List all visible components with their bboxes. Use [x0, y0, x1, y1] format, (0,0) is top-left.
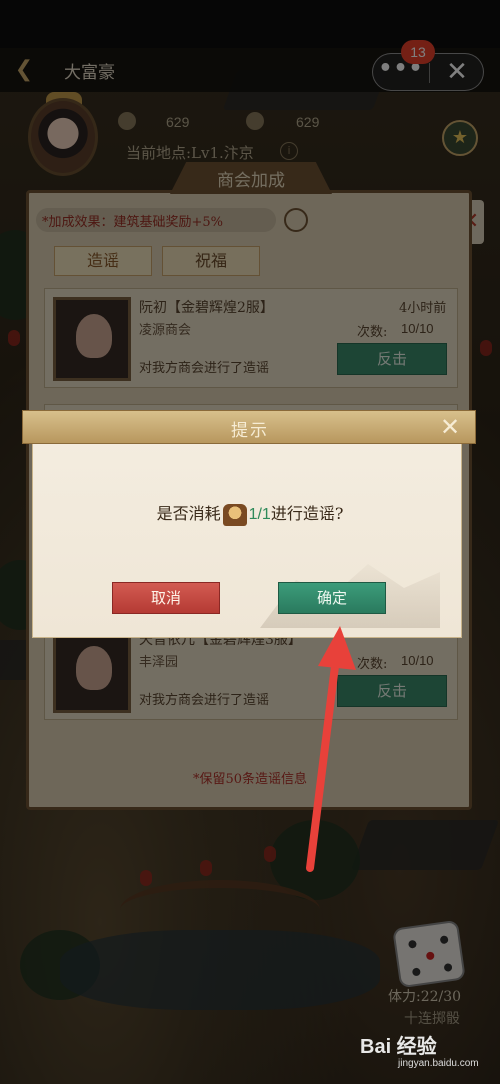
dialog-title: 提示	[231, 421, 269, 441]
cancel-button[interactable]: 取消	[112, 582, 220, 614]
watermark-url: jingyan.baidu.com	[398, 1058, 479, 1069]
confirm-question: 是否消耗 1/1进行造谣?	[0, 500, 500, 526]
rumor-item-icon	[222, 503, 247, 526]
dialog-close-icon[interactable]: ✕	[436, 413, 464, 441]
question-suffix: 进行造谣?	[270, 504, 344, 523]
confirm-button[interactable]: 确定	[278, 582, 386, 614]
question-prefix: 是否消耗	[156, 504, 221, 523]
watermark-logo: Bai 经验	[360, 1036, 437, 1058]
question-count: 1/1	[248, 506, 271, 523]
